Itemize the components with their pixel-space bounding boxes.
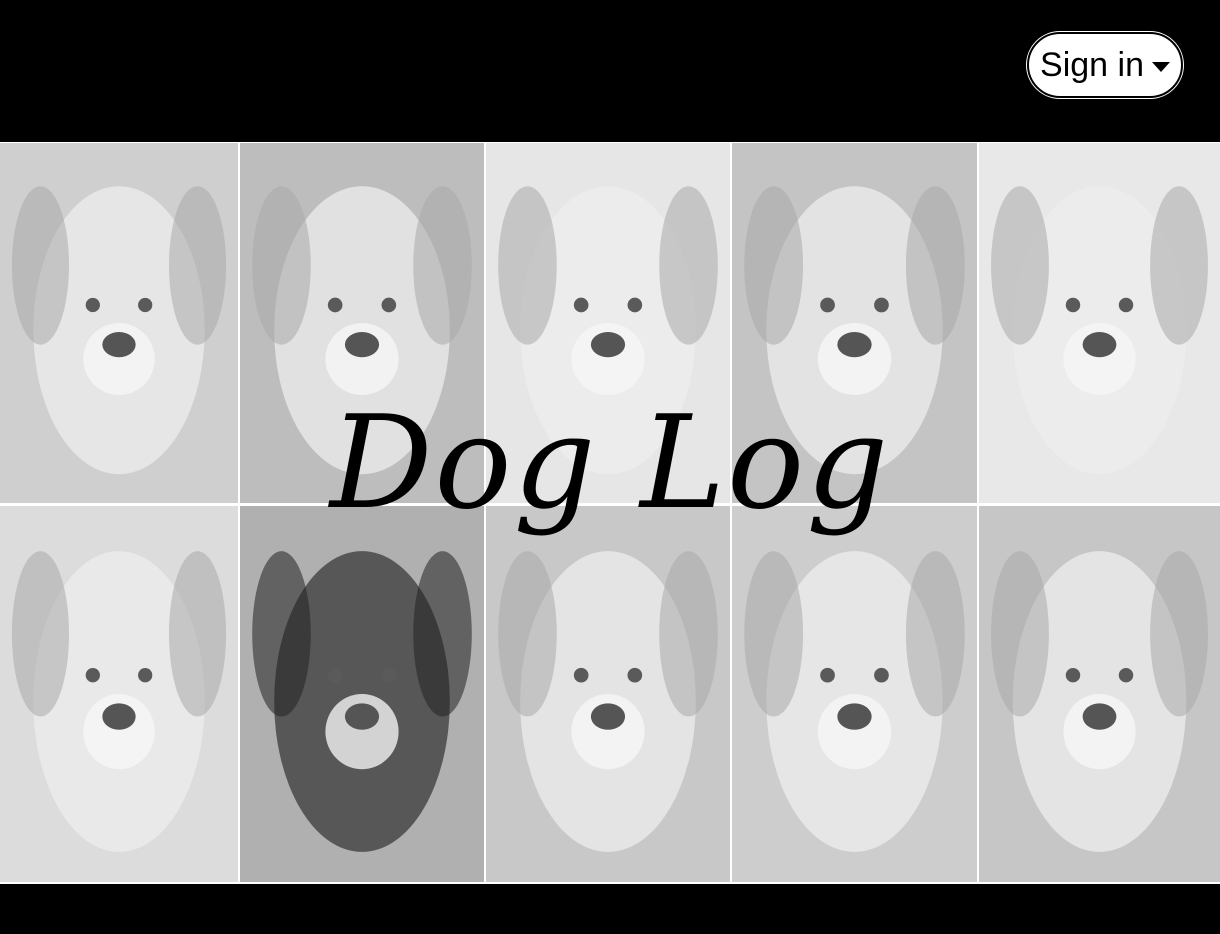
chevron-down-icon [1151,62,1170,72]
dog-photo-grid [0,142,1220,884]
dog-photo-bernese-mountain-dog [240,506,484,882]
dog-photo-long-haired-terrier [732,143,977,503]
dog-photo-labrador [0,506,238,882]
dog-photo-maltese [979,143,1220,503]
page: Sign in Dog Log [0,0,1220,934]
dog-photo-shepherd-mix [732,506,977,882]
dog-photo-mixed-terrier [240,143,484,503]
dog-photo-finnish-lapphund [486,506,730,882]
dog-photo-golden-retriever [979,506,1220,882]
dog-photo-golden-puppy [486,143,730,503]
dog-photo-papillon [0,143,238,503]
sign-in-button[interactable]: Sign in [1027,32,1183,98]
footer-bar [0,884,1220,934]
header-bar: Sign in [0,0,1220,142]
sign-in-label: Sign in [1040,45,1144,84]
